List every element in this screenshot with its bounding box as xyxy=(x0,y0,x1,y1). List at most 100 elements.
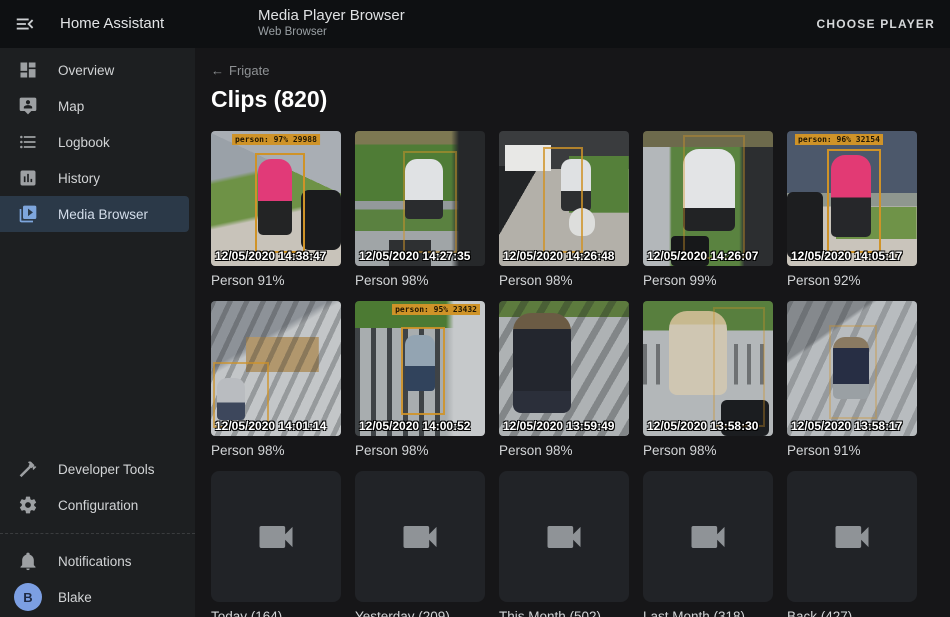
list-icon xyxy=(18,132,38,152)
clip-thumbnail: 12/05/2020 14:27:35 xyxy=(355,131,485,266)
clip-thumbnail: 12/05/2020 13:59:49 xyxy=(499,301,629,436)
sidebar-item-label: History xyxy=(58,171,100,186)
video-camera-icon xyxy=(254,515,298,559)
user-name: Blake xyxy=(58,590,92,605)
clip-label: Person 91% xyxy=(211,273,341,289)
sidebar-bottom: Developer Tools Configuration Notificati… xyxy=(0,451,195,617)
sidebar-item-label: Notifications xyxy=(58,554,132,569)
sidebar-item-label: Overview xyxy=(58,63,114,78)
clip-item[interactable]: 12/05/2020 13:59:49 Person 98% xyxy=(499,301,629,459)
user-avatar: B xyxy=(14,583,42,611)
clip-thumbnail: 12/05/2020 14:26:48 xyxy=(499,131,629,266)
detection-label: person: 96% 32154 xyxy=(795,134,883,145)
sidebar-item-map[interactable]: Map xyxy=(0,88,189,124)
bell-icon xyxy=(18,551,38,571)
app-title: Home Assistant xyxy=(60,15,164,32)
folder-tile xyxy=(787,471,917,602)
sidebar-item-overview[interactable]: Overview xyxy=(0,52,189,88)
video-camera-icon xyxy=(830,515,874,559)
sidebar-divider xyxy=(0,533,195,534)
clip-thumbnail: 12/05/2020 14:26:07 xyxy=(643,131,773,266)
clip-timestamp: 12/05/2020 14:01:14 xyxy=(215,419,326,433)
folder-tile xyxy=(211,471,341,602)
clip-label: Person 98% xyxy=(499,443,629,459)
folder-item-back[interactable]: Back (427) xyxy=(787,471,917,617)
detection-bbox xyxy=(827,149,881,253)
video-camera-icon xyxy=(542,515,586,559)
back-arrow-icon: ← xyxy=(211,63,224,78)
folder-tile xyxy=(355,471,485,602)
top-app-bar: Home Assistant Media Player Browser Web … xyxy=(0,0,950,48)
folder-item-this-month[interactable]: This Month (502) xyxy=(499,471,629,617)
sidebar-item-logbook[interactable]: Logbook xyxy=(0,124,189,160)
clip-item[interactable]: 12/05/2020 14:01:14 Person 98% xyxy=(211,301,341,459)
clip-label: Person 99% xyxy=(643,273,773,289)
clip-thumbnail: 12/05/2020 13:58:30 xyxy=(643,301,773,436)
clips-grid: person: 97% 29988 12/05/2020 14:38:47 Pe… xyxy=(211,131,934,617)
video-camera-icon xyxy=(686,515,730,559)
sidebar-item-media-browser[interactable]: Media Browser xyxy=(0,196,189,232)
folder-label: This Month (502) xyxy=(499,609,629,617)
clip-label: Person 98% xyxy=(355,273,485,289)
detection-bbox xyxy=(713,307,765,427)
sidebar-nav: Overview Map Logbook History Media Brows… xyxy=(0,48,195,232)
play-box-multiple-icon xyxy=(18,204,38,224)
clip-item[interactable]: person: 97% 29988 12/05/2020 14:38:47 Pe… xyxy=(211,131,341,289)
gear-icon xyxy=(18,495,38,515)
chart-icon xyxy=(18,168,38,188)
folder-label: Yesterday (209) xyxy=(355,609,485,617)
folder-label: Back (427) xyxy=(787,609,917,617)
clip-thumbnail: 12/05/2020 14:01:14 xyxy=(211,301,341,436)
detection-bbox xyxy=(401,327,445,415)
breadcrumb-label: Frigate xyxy=(229,63,269,78)
sidebar-item-configuration[interactable]: Configuration xyxy=(0,487,189,523)
clip-label: Person 98% xyxy=(499,273,629,289)
clip-timestamp: 12/05/2020 14:26:07 xyxy=(647,249,758,263)
page-title: Clips (820) xyxy=(211,86,934,114)
clip-timestamp: 12/05/2020 14:26:48 xyxy=(503,249,614,263)
detection-bbox xyxy=(403,151,457,253)
clip-item[interactable]: 12/05/2020 13:58:30 Person 98% xyxy=(643,301,773,459)
folder-item-yesterday[interactable]: Yesterday (209) xyxy=(355,471,485,617)
folder-label: Today (164) xyxy=(211,609,341,617)
folder-label: Last Month (318) xyxy=(643,609,773,617)
media-browser-content: ← Frigate Clips (820) person: 97% 29988 … xyxy=(195,48,950,617)
clip-item[interactable]: 12/05/2020 14:27:35 Person 98% xyxy=(355,131,485,289)
clip-timestamp: 12/05/2020 14:05:17 xyxy=(791,249,902,263)
clip-timestamp: 12/05/2020 13:58:17 xyxy=(791,419,902,433)
sidebar-item-developer-tools[interactable]: Developer Tools xyxy=(0,451,189,487)
folder-item-last-month[interactable]: Last Month (318) xyxy=(643,471,773,617)
clip-label: Person 92% xyxy=(787,273,917,289)
clip-timestamp: 12/05/2020 13:58:30 xyxy=(647,419,758,433)
clip-timestamp: 12/05/2020 14:00:52 xyxy=(359,419,470,433)
sidebar-item-label: Logbook xyxy=(58,135,110,150)
media-player-header: Media Player Browser Web Browser xyxy=(258,7,405,38)
sidebar-item-label: Developer Tools xyxy=(58,462,155,477)
detection-label: person: 95% 23432 xyxy=(392,304,480,315)
folder-tile xyxy=(499,471,629,602)
clip-label: Person 91% xyxy=(787,443,917,459)
clip-item[interactable]: 12/05/2020 14:26:07 Person 99% xyxy=(643,131,773,289)
clip-timestamp: 12/05/2020 14:38:47 xyxy=(215,249,326,263)
dashboard-icon xyxy=(18,60,38,80)
detection-bbox xyxy=(543,147,583,253)
clip-thumbnail: person: 96% 32154 12/05/2020 14:05:17 xyxy=(787,131,917,266)
sidebar-item-user[interactable]: B Blake xyxy=(0,579,189,615)
media-player-title: Media Player Browser xyxy=(258,7,405,24)
clip-item[interactable]: person: 95% 23432 12/05/2020 14:00:52 Pe… xyxy=(355,301,485,459)
clip-thumbnail: person: 95% 23432 12/05/2020 14:00:52 xyxy=(355,301,485,436)
clip-item[interactable]: 12/05/2020 14:26:48 Person 98% xyxy=(499,131,629,289)
clip-item[interactable]: person: 96% 32154 12/05/2020 14:05:17 Pe… xyxy=(787,131,917,289)
folder-tile xyxy=(643,471,773,602)
clip-item[interactable]: 12/05/2020 13:58:17 Person 91% xyxy=(787,301,917,459)
clip-thumbnail: person: 97% 29988 12/05/2020 14:38:47 xyxy=(211,131,341,266)
folder-item-today[interactable]: Today (164) xyxy=(211,471,341,617)
media-player-subtitle: Web Browser xyxy=(258,26,405,38)
sidebar-item-notifications[interactable]: Notifications xyxy=(0,543,189,579)
breadcrumb-back[interactable]: ← Frigate xyxy=(211,63,269,79)
sidebar-item-history[interactable]: History xyxy=(0,160,189,196)
menu-toggle-button[interactable] xyxy=(14,13,38,37)
sidebar-item-label: Configuration xyxy=(58,498,138,513)
choose-player-button[interactable]: CHOOSE PLAYER xyxy=(816,0,935,48)
clip-timestamp: 12/05/2020 14:27:35 xyxy=(359,249,470,263)
